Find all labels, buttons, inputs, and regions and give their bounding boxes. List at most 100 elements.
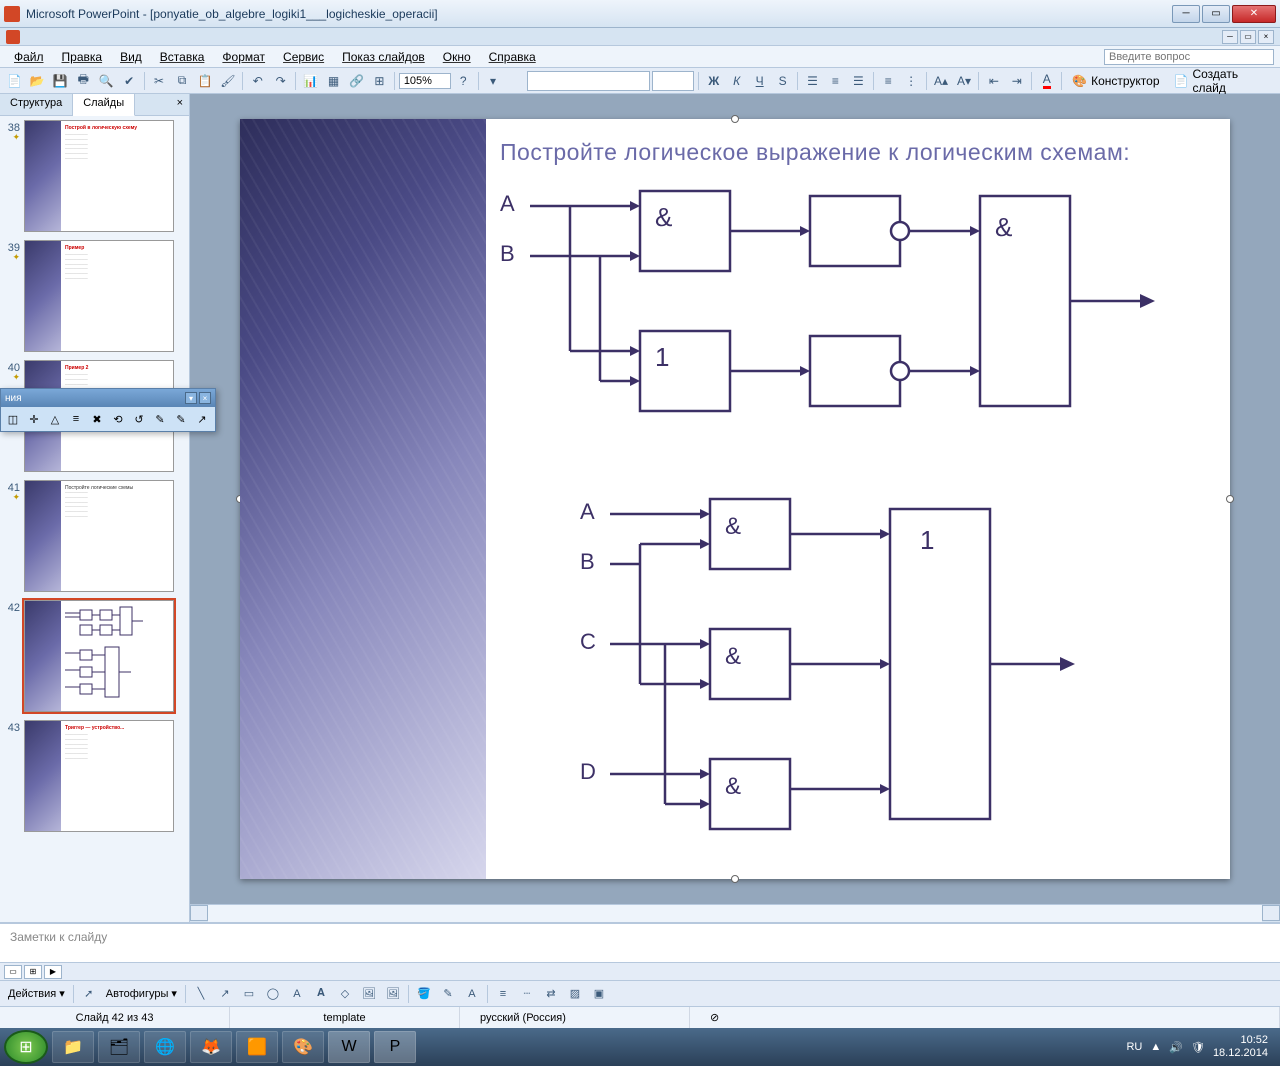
- chart-icon[interactable]: 📊: [300, 70, 321, 92]
- mdi-close[interactable]: ×: [1258, 30, 1274, 44]
- slide-thumbnail[interactable]: Триггер — устройство...─────────────────…: [24, 720, 174, 832]
- underline-icon[interactable]: Ч: [749, 70, 770, 92]
- slide-canvas[interactable]: Постройте логическое выражение к логичес…: [240, 119, 1230, 879]
- align-center-icon[interactable]: ≡: [825, 70, 846, 92]
- table-icon[interactable]: ▦: [323, 70, 344, 92]
- align-left-icon[interactable]: ☰: [802, 70, 823, 92]
- hyperlink-icon[interactable]: 🔗: [346, 70, 367, 92]
- taskbar-powerpoint-icon[interactable]: P: [374, 1031, 416, 1063]
- menu-insert[interactable]: Вставка: [152, 48, 213, 66]
- tray-flag-icon[interactable]: ▲: [1150, 1041, 1161, 1053]
- tool-icon[interactable]: ↺: [129, 409, 149, 429]
- taskbar-firefox-icon[interactable]: 🦊: [190, 1031, 232, 1063]
- taskbar-paint-icon[interactable]: 🎨: [282, 1031, 324, 1063]
- arrow-icon[interactable]: ↗: [214, 983, 236, 1005]
- menu-view[interactable]: Вид: [112, 48, 150, 66]
- help-search-input[interactable]: [1104, 49, 1274, 65]
- normal-view-icon[interactable]: ▭: [4, 965, 22, 979]
- slide-editor[interactable]: Постройте логическое выражение к логичес…: [190, 94, 1280, 904]
- slideshow-view-icon[interactable]: ▶: [44, 965, 62, 979]
- resize-handle[interactable]: [731, 115, 739, 123]
- resize-handle[interactable]: [731, 875, 739, 883]
- slide-thumbnail[interactable]: [24, 600, 174, 712]
- taskbar-folder-icon[interactable]: 🗂: [98, 1031, 140, 1063]
- help-icon[interactable]: ?: [453, 70, 474, 92]
- tray-shield-icon[interactable]: 🛡: [1191, 1041, 1205, 1054]
- maximize-button[interactable]: ▭: [1202, 5, 1230, 23]
- picture-icon[interactable]: 🖼: [382, 983, 404, 1005]
- copy-icon[interactable]: ⧉: [172, 70, 193, 92]
- cut-icon[interactable]: ✂: [149, 70, 170, 92]
- italic-icon[interactable]: К: [726, 70, 747, 92]
- tray-network-icon[interactable]: 🔊: [1169, 1041, 1183, 1054]
- menu-window[interactable]: Окно: [435, 48, 479, 66]
- rectangle-icon[interactable]: ▭: [238, 983, 260, 1005]
- save-icon[interactable]: 💾: [50, 70, 71, 92]
- slide-title[interactable]: Постройте логическое выражение к логичес…: [500, 139, 1210, 166]
- decrease-font-icon[interactable]: A▾: [954, 70, 975, 92]
- mdi-restore[interactable]: ▭: [1240, 30, 1256, 44]
- horizontal-scrollbar[interactable]: [190, 904, 1280, 922]
- slide-thumbnail[interactable]: Постройте логические схемы──────────────…: [24, 480, 174, 592]
- decrease-indent-icon[interactable]: ⇤: [983, 70, 1004, 92]
- open-icon[interactable]: 📂: [27, 70, 48, 92]
- font-size-combo[interactable]: [652, 71, 694, 91]
- floating-dropdown-icon[interactable]: ▾: [185, 392, 197, 404]
- designer-button[interactable]: 🎨 Конструктор: [1066, 70, 1165, 92]
- menu-tools[interactable]: Сервис: [275, 48, 332, 66]
- menu-slideshow[interactable]: Показ слайдов: [334, 48, 433, 66]
- menu-file[interactable]: Файл: [6, 48, 52, 66]
- tool-icon[interactable]: ↗: [192, 409, 212, 429]
- start-button[interactable]: ⊞: [4, 1030, 48, 1064]
- shadow-icon[interactable]: S: [772, 70, 793, 92]
- sorter-view-icon[interactable]: ⊞: [24, 965, 42, 979]
- slide-thumbnail[interactable]: Пример──────────────────────────────────…: [24, 240, 174, 352]
- tray-clock[interactable]: 10:52 18.12.2014: [1213, 1034, 1268, 1060]
- bullets-icon[interactable]: ⋮: [901, 70, 922, 92]
- paste-icon[interactable]: 📋: [194, 70, 215, 92]
- tool-icon[interactable]: ⟲: [108, 409, 128, 429]
- menu-help[interactable]: Справка: [481, 48, 544, 66]
- taskbar-explorer-icon[interactable]: 📁: [52, 1031, 94, 1063]
- dash-style-icon[interactable]: ┈: [516, 983, 538, 1005]
- font-color-icon[interactable]: A: [1036, 70, 1057, 92]
- floating-close-icon[interactable]: ×: [199, 392, 211, 404]
- notes-panel[interactable]: Заметки к слайду: [0, 922, 1280, 962]
- undo-icon[interactable]: ↶: [247, 70, 268, 92]
- increase-indent-icon[interactable]: ⇥: [1006, 70, 1027, 92]
- font-color-icon[interactable]: A: [461, 983, 483, 1005]
- tool-icon[interactable]: ◫: [3, 409, 23, 429]
- diagram-icon[interactable]: ◇: [334, 983, 356, 1005]
- close-button[interactable]: ✕: [1232, 5, 1276, 23]
- grid-icon[interactable]: ⊞: [369, 70, 390, 92]
- fill-color-icon[interactable]: 🪣: [413, 983, 435, 1005]
- slide-thumbnail[interactable]: Построй в логическую схему──────────────…: [24, 120, 174, 232]
- format-painter-icon[interactable]: 🖌: [217, 70, 238, 92]
- print-icon[interactable]: 🖶: [73, 70, 94, 92]
- tool-icon[interactable]: ✛: [24, 409, 44, 429]
- minimize-button[interactable]: ─: [1172, 5, 1200, 23]
- scroll-left-icon[interactable]: [190, 905, 208, 921]
- taskbar-ie-icon[interactable]: 🌐: [144, 1031, 186, 1063]
- tool-icon[interactable]: ✖: [87, 409, 107, 429]
- spellcheck-icon[interactable]: ✔: [119, 70, 140, 92]
- tool-icon[interactable]: ≡: [66, 409, 86, 429]
- status-language[interactable]: русский (Россия): [460, 1007, 690, 1028]
- new-icon[interactable]: 📄: [4, 70, 25, 92]
- font-name-combo[interactable]: [527, 71, 651, 91]
- shadow-style-icon[interactable]: ▨: [564, 983, 586, 1005]
- autoshapes-menu[interactable]: Автофигуры ▾: [102, 987, 181, 1000]
- taskbar-app-icon[interactable]: 🟧: [236, 1031, 278, 1063]
- line-style-icon[interactable]: ≡: [492, 983, 514, 1005]
- textbox-icon[interactable]: A: [286, 983, 308, 1005]
- zoom-combo[interactable]: 105%: [399, 73, 451, 89]
- tray-lang[interactable]: RU: [1126, 1041, 1142, 1053]
- redo-icon[interactable]: ↷: [270, 70, 291, 92]
- clipart-icon[interactable]: 🖼: [358, 983, 380, 1005]
- pointer-icon[interactable]: ➚: [78, 983, 100, 1005]
- tool-icon[interactable]: △: [45, 409, 65, 429]
- close-pane-icon[interactable]: ×: [171, 94, 189, 115]
- increase-font-icon[interactable]: A▴: [931, 70, 952, 92]
- mdi-minimize[interactable]: ─: [1222, 30, 1238, 44]
- wordart-icon[interactable]: 𝐀: [310, 983, 332, 1005]
